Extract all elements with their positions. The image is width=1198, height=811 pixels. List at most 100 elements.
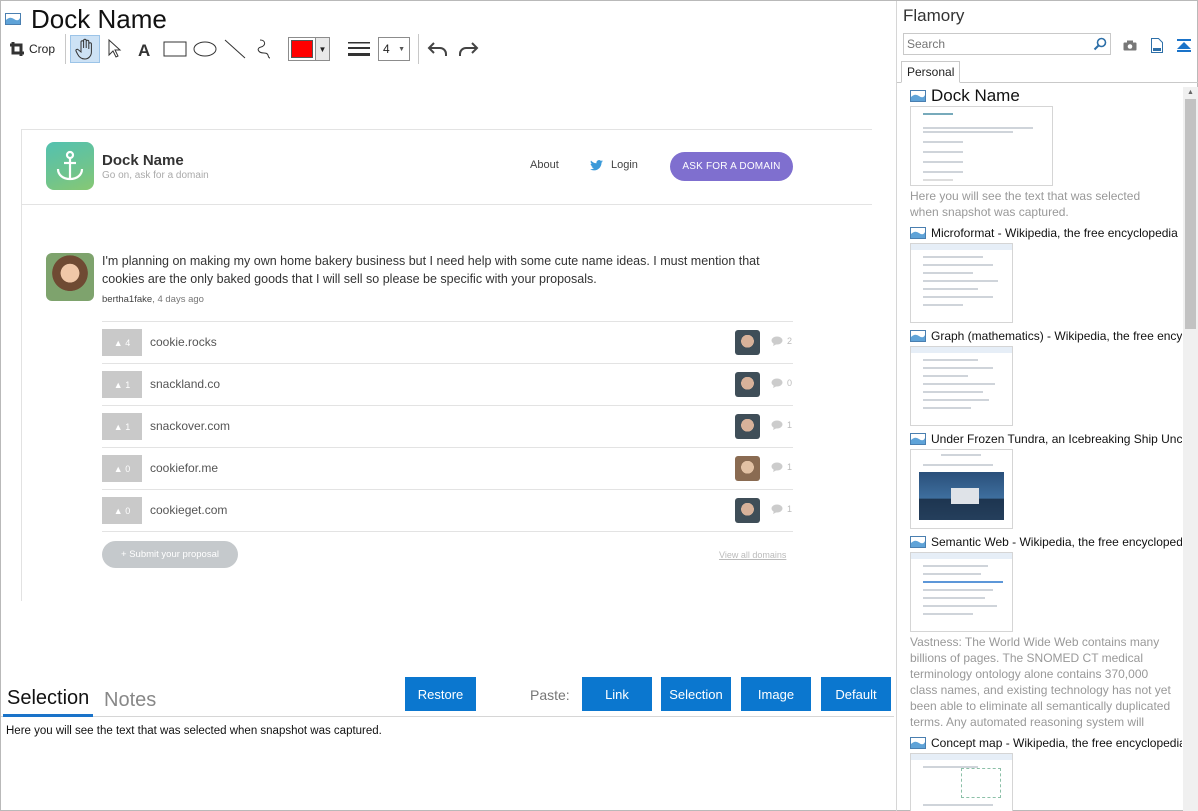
domain-name[interactable]: cookie.rocks <box>150 335 217 349</box>
list-item[interactable]: Semantic Web - Wikipedia, the free encyc… <box>910 533 1183 730</box>
list-item[interactable]: Microformat - Wikipedia, the free encycl… <box>910 224 1183 323</box>
paste-image-button[interactable]: Image <box>741 677 811 711</box>
collapse-button[interactable] <box>1174 35 1194 55</box>
list-item-title-row: Graph (mathematics) - Wikipedia, the fre… <box>910 327 1182 345</box>
line-width-select[interactable]: 4 ▼ <box>378 37 411 61</box>
paste-selection-button[interactable]: Selection <box>661 677 731 711</box>
snapshot-icon <box>910 737 926 749</box>
comment-count-value: 1 <box>787 420 793 430</box>
comment-bubble-icon <box>771 378 783 388</box>
anchor-logo-icon <box>46 142 94 190</box>
post-text: I'm planning on making my own home baker… <box>102 254 760 286</box>
line-width-button[interactable] <box>344 35 374 63</box>
line-tool-button[interactable] <box>220 35 250 63</box>
toolbar-separator <box>65 34 67 64</box>
search-input[interactable] <box>907 37 1093 51</box>
toolbar-separator <box>418 34 420 64</box>
domain-name[interactable]: cookiefor.me <box>150 461 218 475</box>
page-title: Dock Name <box>31 3 167 34</box>
list-item-description: Here you will see the text that was sele… <box>910 189 1141 219</box>
upvote-button[interactable]: ▲ 0 <box>102 455 142 482</box>
site-brand-name: Dock Name <box>102 152 184 169</box>
snapshot-list: Dock Name Here you will see the text tha… <box>897 87 1183 811</box>
paste-default-button[interactable]: Default <box>821 677 891 711</box>
view-all-domains-link[interactable]: View all domains <box>719 550 786 560</box>
list-item[interactable]: Under Frozen Tundra, an Icebreaking Ship… <box>910 430 1183 529</box>
domain-name[interactable]: snackland.co <box>150 377 220 391</box>
search-icon[interactable] <box>1093 37 1107 51</box>
hand-tool-button[interactable] <box>70 35 101 63</box>
new-document-button[interactable] <box>1147 35 1167 55</box>
select-tool-button[interactable] <box>100 35 130 63</box>
list-item-title: Under Frozen Tundra, an Icebreaking Ship… <box>931 432 1182 446</box>
tab-personal[interactable]: Personal <box>901 61 961 83</box>
bottom-tab-bar: Selection Notes Restore Paste: Link Sele… <box>1 677 894 717</box>
domain-name[interactable]: snackover.com <box>150 419 230 433</box>
list-item-title-row: Semantic Web - Wikipedia, the free encyc… <box>910 533 1182 551</box>
nav-about-link[interactable]: About <box>530 159 559 171</box>
snapshot-thumbnail <box>910 449 1013 529</box>
redo-button[interactable] <box>453 35 483 63</box>
crop-button[interactable]: Crop <box>7 35 61 63</box>
list-item[interactable]: Concept map - Wikipedia, the free encycl… <box>910 734 1183 811</box>
camera-icon <box>1123 40 1137 50</box>
poster-avatar <box>46 253 94 301</box>
comment-count-value: 1 <box>787 462 793 472</box>
scrollbar-thumb[interactable] <box>1185 99 1196 329</box>
ellipse-tool-button[interactable] <box>190 35 220 63</box>
chevron-down-icon: ▼ <box>398 45 406 53</box>
proposer-avatar <box>735 330 760 355</box>
snapshot-icon <box>910 227 926 239</box>
selection-text-area[interactable]: Here you will see the text that was sele… <box>6 725 382 737</box>
comment-count[interactable]: 1 <box>771 462 792 472</box>
list-item[interactable]: Graph (mathematics) - Wikipedia, the fre… <box>910 327 1183 426</box>
post-meta: bertha1fake, 4 days ago <box>102 294 204 305</box>
snapshot-icon <box>910 536 926 548</box>
ask-for-domain-button[interactable]: ASK FOR A DOMAIN <box>670 152 793 181</box>
upvote-button[interactable]: ▲ 1 <box>102 413 142 440</box>
comment-count[interactable]: 1 <box>771 420 792 430</box>
list-item-title: Semantic Web - Wikipedia, the free encyc… <box>931 535 1182 549</box>
flamory-window: Dock Name Crop A ▼ 4 ▼ Dock Name Go on, … <box>0 0 1198 811</box>
upvote-button[interactable]: ▲ 0 <box>102 497 142 524</box>
snapshot-icon <box>910 330 926 342</box>
svg-text:A: A <box>138 41 150 57</box>
comment-count[interactable]: 1 <box>771 504 792 514</box>
sidebar-scrollbar[interactable]: ▲ <box>1183 87 1198 811</box>
undo-button[interactable] <box>423 35 453 63</box>
post-author[interactable]: bertha1fake <box>102 294 152 305</box>
list-item-title-row: Under Frozen Tundra, an Icebreaking Ship… <box>910 430 1182 448</box>
snapshot-thumbnail <box>910 346 1013 426</box>
rectangle-tool-button[interactable] <box>160 35 190 63</box>
freehand-tool-button[interactable] <box>250 35 280 63</box>
proposer-avatar <box>735 372 760 397</box>
snapshot-canvas[interactable]: Dock Name Go on, ask for a domain About … <box>21 129 872 601</box>
scroll-up-icon[interactable]: ▲ <box>1187 89 1194 96</box>
collapse-up-icon <box>1177 38 1191 52</box>
text-tool-button[interactable]: A <box>130 35 160 63</box>
restore-button[interactable]: Restore <box>405 677 476 711</box>
upvote-button[interactable]: ▲ 1 <box>102 371 142 398</box>
paste-link-button[interactable]: Link <box>582 677 652 711</box>
color-picker[interactable]: ▼ <box>288 37 331 61</box>
nav-login-link[interactable]: Login <box>590 159 638 171</box>
site-tagline: Go on, ask for a domain <box>102 170 209 181</box>
camera-button[interactable] <box>1120 35 1140 55</box>
list-item[interactable]: Dock Name Here you will see the text tha… <box>910 87 1183 220</box>
search-box[interactable] <box>903 33 1111 55</box>
list-item-title-row: Microformat - Wikipedia, the free encycl… <box>910 224 1182 242</box>
comment-bubble-icon <box>771 336 783 346</box>
upvote-button[interactable]: ▲ 4 <box>102 329 142 356</box>
domain-name[interactable]: cookieget.com <box>150 503 227 517</box>
domain-row: ▲ 1 snackland.co 0 <box>102 364 793 406</box>
rectangle-icon <box>163 41 187 57</box>
proposer-avatar <box>735 456 760 481</box>
comment-count[interactable]: 0 <box>771 378 792 388</box>
tab-notes[interactable]: Notes <box>104 683 156 717</box>
list-item-title-row: Dock Name <box>910 87 1182 105</box>
post-age: , 4 days ago <box>152 294 204 305</box>
comment-count[interactable]: 2 <box>771 336 792 346</box>
submit-proposal-button[interactable]: + Submit your proposal <box>102 541 238 568</box>
chevron-down-icon[interactable]: ▼ <box>315 38 330 60</box>
tab-selection[interactable]: Selection <box>3 683 94 717</box>
